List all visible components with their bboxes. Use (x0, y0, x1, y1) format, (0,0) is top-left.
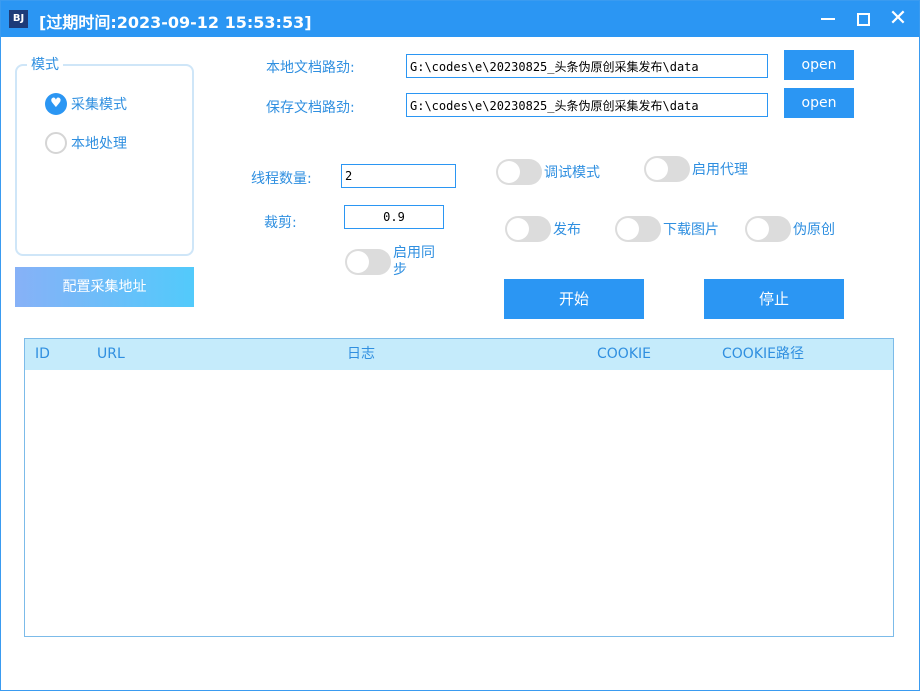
radio-unselected-icon (45, 132, 67, 154)
app-window: BJ [过期时间:2023-09-12 15:53:53] ✕ 模式 采集模式 … (0, 0, 920, 691)
local-path-input[interactable] (406, 54, 768, 78)
title-bar[interactable]: BJ [过期时间:2023-09-12 15:53:53] ✕ (1, 1, 919, 37)
toggle-switch-icon (345, 249, 391, 275)
stop-button[interactable]: 停止 (704, 279, 844, 319)
save-path-label: 保存文档路劲: (266, 100, 355, 116)
radio-collect-mode[interactable]: 采集模式 (45, 92, 127, 116)
toggle-publish[interactable]: 发布 (505, 216, 581, 242)
maximize-button[interactable] (848, 5, 878, 33)
mode-group-legend: 模式 (27, 54, 63, 74)
log-table[interactable]: ID URL 日志 COOKIE COOKIE路径 (24, 338, 894, 637)
toggle-label: 发布 (553, 222, 581, 238)
toggle-switch-icon (615, 216, 661, 242)
column-header-id[interactable]: ID (35, 339, 50, 370)
close-button[interactable]: ✕ (883, 5, 913, 33)
toggle-enable-sync[interactable] (345, 249, 391, 275)
open-save-path-button[interactable]: open (784, 88, 854, 118)
close-icon: ✕ (888, 6, 908, 31)
toggle-switch-icon (644, 156, 690, 182)
column-header-url[interactable]: URL (97, 339, 125, 370)
toggle-switch-icon (745, 216, 791, 242)
toggle-download-images[interactable]: 下载图片 (615, 216, 719, 242)
toggle-debug-mode[interactable]: 调试模式 (496, 159, 600, 185)
window-title: [过期时间:2023-09-12 15:53:53] (39, 13, 312, 32)
open-local-path-button[interactable]: open (784, 50, 854, 80)
minimize-icon (821, 18, 835, 20)
toggle-label: 调试模式 (544, 165, 600, 181)
thread-count-input[interactable] (341, 164, 456, 188)
toggle-label: 下载图片 (663, 222, 719, 238)
save-path-input[interactable] (406, 93, 768, 117)
column-header-log[interactable]: 日志 (347, 339, 375, 370)
radio-label: 采集模式 (71, 97, 127, 113)
table-header: ID URL 日志 COOKIE COOKIE路径 (25, 339, 893, 370)
radio-selected-heart-icon (45, 93, 67, 115)
crop-input[interactable] (344, 205, 444, 229)
radio-label: 本地处理 (71, 136, 127, 152)
toggle-switch-icon (496, 159, 542, 185)
toggle-switch-icon (505, 216, 551, 242)
column-header-cookie-path[interactable]: COOKIE路径 (722, 339, 804, 370)
start-button[interactable]: 开始 (504, 279, 644, 319)
crop-label: 裁剪: (264, 215, 297, 231)
toggle-label: 启用代理 (692, 162, 748, 178)
toggle-sync-label: 启用同步 (393, 245, 435, 278)
config-collect-url-button[interactable]: 配置采集地址 (15, 267, 194, 307)
local-path-label: 本地文档路劲: (266, 60, 355, 76)
minimize-button[interactable] (813, 5, 843, 33)
column-header-cookie[interactable]: COOKIE (597, 339, 651, 370)
maximize-icon (856, 12, 870, 26)
toggle-label: 伪原创 (793, 222, 835, 238)
radio-local-process[interactable]: 本地处理 (45, 131, 127, 155)
toggle-enable-proxy[interactable]: 启用代理 (644, 156, 748, 182)
thread-count-label: 线程数量: (251, 171, 312, 187)
app-logo-icon: BJ (9, 10, 28, 28)
toggle-pseudo-original[interactable]: 伪原创 (745, 216, 835, 242)
